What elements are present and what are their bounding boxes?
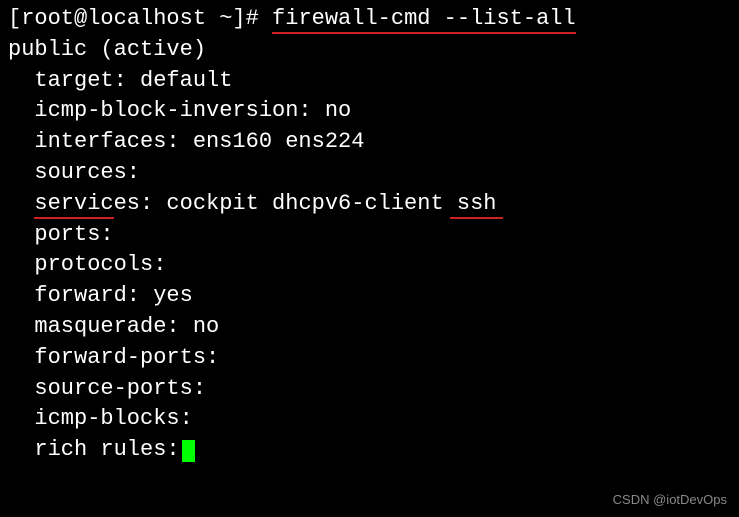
output-masquerade: masquerade: no <box>8 312 731 343</box>
output-protocols: protocols: <box>8 250 731 281</box>
output-zone: public (active) <box>8 35 731 66</box>
watermark: CSDN @iotDevOps <box>613 491 727 509</box>
output-icmp-blocks: icmp-blocks: <box>8 404 731 435</box>
services-ssh: ssh <box>457 191 497 216</box>
output-forward: forward: yes <box>8 281 731 312</box>
command-text: firewall-cmd --list-all <box>272 6 576 31</box>
prompt-prefix: [root@localhost ~]# <box>8 6 272 31</box>
output-icmp-block-inversion: icmp-block-inversion: no <box>8 96 731 127</box>
output-forward-ports: forward-ports: <box>8 343 731 374</box>
output-services: services: cockpit dhcpv6-client ssh <box>8 189 731 220</box>
output-source-ports: source-ports: <box>8 374 731 405</box>
output-rich-rules: rich rules: <box>8 435 731 466</box>
output-interfaces: interfaces: ens160 ens224 <box>8 127 731 158</box>
output-target: target: default <box>8 66 731 97</box>
prompt-line[interactable]: [root@localhost ~]# firewall-cmd --list-… <box>8 4 731 35</box>
output-sources: sources: <box>8 158 731 189</box>
services-value: cockpit dhcpv6-client <box>153 191 457 216</box>
rich-rules-text: rich rules: <box>34 437 179 462</box>
services-label: services: <box>34 191 153 216</box>
output-ports: ports: <box>8 220 731 251</box>
terminal-cursor <box>182 440 195 462</box>
